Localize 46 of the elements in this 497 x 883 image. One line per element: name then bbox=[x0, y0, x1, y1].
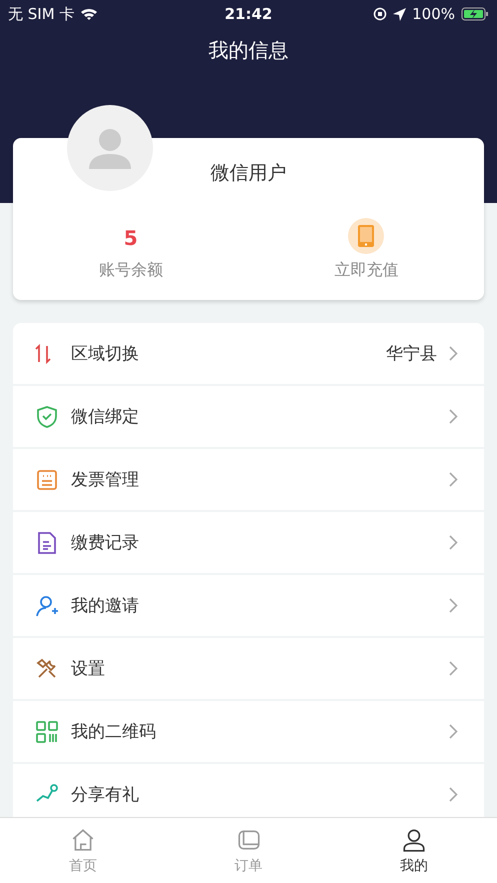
balance-label: 账号余额 bbox=[98, 260, 163, 281]
recharge-button[interactable] bbox=[348, 218, 384, 254]
chevron-right-icon bbox=[449, 787, 458, 802]
recharge-label[interactable]: 立即充值 bbox=[334, 260, 398, 281]
balance-value: 5 bbox=[124, 225, 138, 252]
chevron-right-icon bbox=[449, 472, 458, 487]
shield-check-icon bbox=[35, 404, 59, 428]
menu-label: 微信绑定 bbox=[71, 406, 140, 428]
menu-value: 华宁县 bbox=[386, 343, 437, 365]
menu-item[interactable]: 我的二维码 bbox=[13, 701, 484, 762]
tab[interactable]: 我的 bbox=[331, 818, 497, 883]
battery-charging-icon bbox=[461, 7, 489, 21]
add-user-icon bbox=[35, 594, 59, 618]
phone-icon bbox=[358, 225, 374, 247]
chevron-right-icon bbox=[449, 535, 458, 550]
menu-item[interactable]: 设置 bbox=[13, 638, 484, 699]
menu-item[interactable]: 缴费记录 bbox=[13, 512, 484, 573]
carrier-label: 无 SIM 卡 bbox=[8, 4, 74, 24]
menu-item[interactable]: 区域切换 华宁县 bbox=[13, 323, 484, 384]
user-icon bbox=[401, 826, 428, 852]
menu-item[interactable]: 分享有礼 bbox=[13, 764, 484, 817]
document-icon bbox=[35, 530, 59, 554]
chevron-right-icon bbox=[449, 409, 458, 424]
chevron-right-icon bbox=[449, 661, 458, 676]
clock: 21:42 bbox=[224, 5, 272, 23]
menu-item[interactable]: 我的邀请 bbox=[13, 575, 484, 636]
chevron-right-icon bbox=[449, 598, 458, 613]
menu-label: 设置 bbox=[71, 658, 106, 680]
qr-code-icon bbox=[35, 720, 59, 744]
wifi-icon bbox=[80, 7, 98, 21]
battery-percent: 100% bbox=[412, 5, 455, 23]
page-title: 我的信息 bbox=[208, 36, 288, 64]
location-arrow-icon bbox=[393, 8, 406, 20]
menu-label: 我的邀请 bbox=[71, 595, 140, 617]
menu-label: 区域切换 bbox=[71, 343, 140, 365]
user-name: 微信用户 bbox=[210, 162, 286, 184]
menu-item[interactable]: 发票管理 bbox=[13, 449, 484, 510]
menu-label: 我的二维码 bbox=[71, 721, 157, 743]
menu-label: 分享有礼 bbox=[71, 784, 140, 806]
menu-label: 发票管理 bbox=[71, 469, 140, 491]
menu-label: 缴费记录 bbox=[71, 532, 140, 554]
rotation-lock-icon bbox=[373, 7, 388, 21]
receipt-icon bbox=[35, 468, 59, 492]
chevron-right-icon bbox=[449, 346, 458, 361]
menu-item[interactable]: 微信绑定 bbox=[13, 386, 484, 447]
chevron-right-icon bbox=[449, 724, 458, 739]
